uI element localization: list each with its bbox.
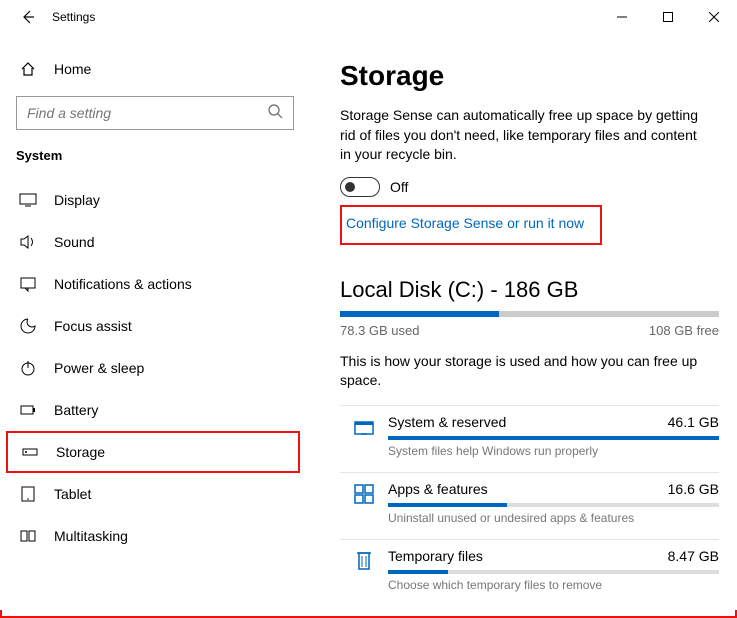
disk-title: Local Disk (C:) - 186 GB [340, 277, 719, 303]
sidebar-item-sound[interactable]: Sound [16, 221, 294, 263]
storage-category-row[interactable]: System & reserved 46.1 GB System files hel… [340, 405, 719, 472]
tablet-icon [16, 485, 40, 503]
nav-label: Power & sleep [54, 360, 144, 376]
category-bar [388, 436, 719, 440]
category-size: 8.47 GB [668, 548, 719, 564]
nav-label: Notifications & actions [54, 276, 192, 292]
sidebar-item-display[interactable]: Display [16, 179, 294, 221]
nav-label: Multitasking [54, 528, 128, 544]
nav-label: Sound [54, 234, 94, 250]
battery-icon [16, 401, 40, 419]
trash-icon [340, 548, 388, 592]
section-label: System [16, 148, 294, 163]
focus-assist-icon [16, 317, 40, 335]
search-box[interactable] [16, 96, 294, 130]
storage-category-row[interactable]: Apps & features 16.6 GB Uninstall unused o… [340, 472, 719, 539]
sidebar-item-battery[interactable]: Battery [16, 389, 294, 431]
storage-category-row[interactable]: Temporary files 8.47 GB Choose which tempo… [340, 539, 719, 606]
home-label: Home [54, 61, 91, 77]
sound-icon [16, 233, 40, 251]
search-icon [267, 103, 283, 124]
category-size: 16.6 GB [668, 481, 719, 497]
page-title: Storage [340, 60, 719, 92]
display-icon [16, 191, 40, 209]
sidebar-item-tablet[interactable]: Tablet [16, 473, 294, 515]
category-bar [388, 570, 719, 574]
storage-sense-toggle[interactable] [340, 177, 380, 197]
nav-label: Storage [56, 444, 105, 460]
search-input[interactable] [27, 105, 267, 121]
home-icon [16, 61, 40, 77]
multitasking-icon [16, 527, 40, 545]
sidebar-item-multitasking[interactable]: Multitasking [16, 515, 294, 557]
system-icon [340, 414, 388, 458]
nav-label: Battery [54, 402, 98, 418]
category-subtext: Uninstall unused or undesired apps & fea… [388, 511, 719, 525]
close-button[interactable] [691, 0, 737, 34]
nav-label: Focus assist [54, 318, 132, 334]
storage-icon [18, 443, 42, 461]
category-name: System & reserved [388, 414, 506, 430]
nav-label: Tablet [54, 486, 91, 502]
category-bar [388, 503, 719, 507]
category-name: Apps & features [388, 481, 488, 497]
home-nav[interactable]: Home [16, 50, 294, 88]
category-name: Temporary files [388, 548, 483, 564]
back-button[interactable] [8, 0, 48, 34]
category-size: 46.1 GB [668, 414, 719, 430]
category-subtext: Choose which temporary files to remove [388, 578, 719, 592]
sidebar-item-focus-assist[interactable]: Focus assist [16, 305, 294, 347]
disk-usage-bar [340, 311, 719, 317]
power-icon [16, 359, 40, 377]
sidebar-item-notifications[interactable]: Notifications & actions [16, 263, 294, 305]
apps-icon [340, 481, 388, 525]
nav-label: Display [54, 192, 100, 208]
storage-sense-description: Storage Sense can automatically free up … [340, 106, 710, 165]
usage-description: This is how your storage is used and how… [340, 352, 719, 391]
minimize-button[interactable] [599, 0, 645, 34]
notifications-icon [16, 275, 40, 293]
used-label: 78.3 GB used [340, 323, 420, 338]
window-title: Settings [52, 10, 95, 24]
maximize-button[interactable] [645, 0, 691, 34]
sidebar-item-power-sleep[interactable]: Power & sleep [16, 347, 294, 389]
toggle-state-label: Off [390, 179, 408, 195]
sidebar-item-storage[interactable]: Storage [6, 431, 300, 473]
category-subtext: System files help Windows run properly [388, 444, 719, 458]
free-label: 108 GB free [649, 323, 719, 338]
configure-storage-sense-link[interactable]: Configure Storage Sense or run it now [346, 215, 584, 231]
